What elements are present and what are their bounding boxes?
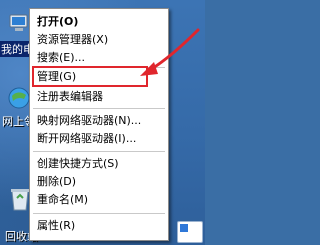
menu-item-create-shortcut[interactable]: 创建快捷方式(S): [31, 155, 167, 173]
watermark-logo-icon: [177, 221, 203, 243]
network-places-icon[interactable]: [7, 86, 31, 110]
menu-item-properties[interactable]: 属性(R): [31, 217, 167, 235]
menu-separator: [33, 108, 165, 109]
my-computer-icon[interactable]: [8, 12, 30, 34]
menu-separator: [33, 151, 165, 152]
menu-item-disconnect-network-drive[interactable]: 断开网络驱动器(I)...: [31, 130, 167, 148]
menu-separator: [33, 213, 165, 214]
red-arrow-icon: [140, 28, 200, 76]
menu-item-registry-editor[interactable]: 注册表编辑器: [31, 88, 167, 106]
menu-item-rename[interactable]: 重命名(M): [31, 191, 167, 209]
menu-item-map-network-drive[interactable]: 映射网络驱动器(N)...: [31, 112, 167, 130]
recycle-bin-icon[interactable]: [9, 186, 31, 212]
menu-item-delete[interactable]: 删除(D): [31, 173, 167, 191]
